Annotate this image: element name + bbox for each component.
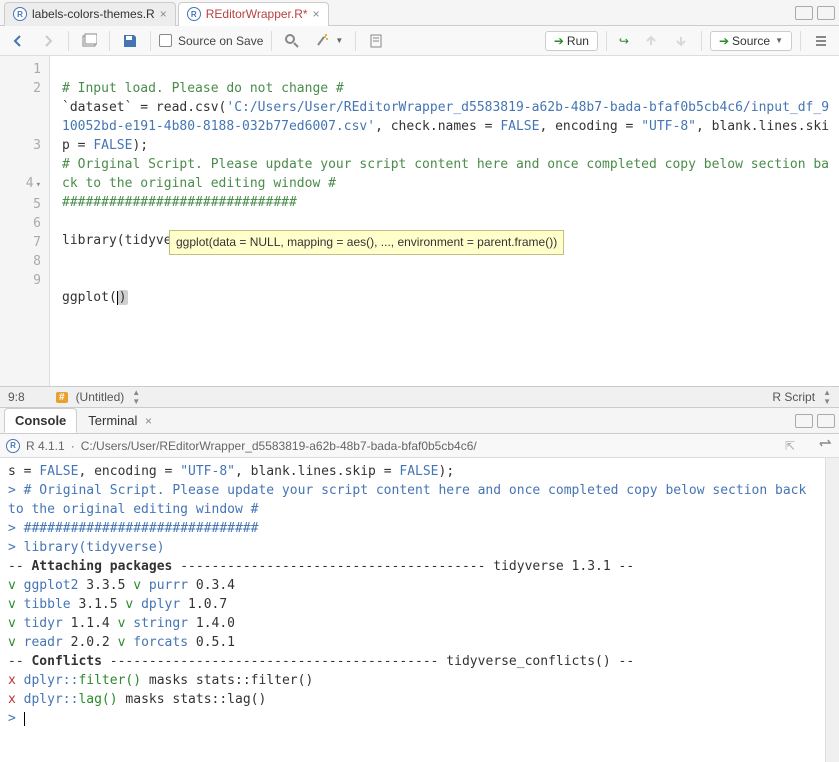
editor-status-bar: 9:8 # (Untitled) ▲▼ R Script ▲▼ xyxy=(0,386,839,408)
show-in-new-window-button[interactable] xyxy=(77,31,101,51)
r-logo-icon: R xyxy=(6,439,20,453)
code-area[interactable]: # Input load. Please do not change # `da… xyxy=(50,56,839,386)
minimize-pane-icon[interactable] xyxy=(795,414,813,428)
forward-button[interactable] xyxy=(36,31,60,51)
back-button[interactable] xyxy=(6,31,30,51)
cursor-position: 9:8 xyxy=(8,390,48,404)
source-arrow-icon: ➔ xyxy=(719,34,729,48)
outline-button[interactable] xyxy=(809,31,833,51)
run-label: Run xyxy=(567,34,589,48)
tab-terminal[interactable]: Terminal × xyxy=(77,408,163,433)
editor-tabs-bar: R labels-colors-themes.R × R REditorWrap… xyxy=(0,0,839,26)
run-arrow-icon: ➔ xyxy=(554,34,564,48)
section-nav-icon[interactable]: ▲▼ xyxy=(132,388,140,406)
find-button[interactable] xyxy=(280,31,304,51)
save-button[interactable] xyxy=(118,31,142,51)
section-badge: # xyxy=(56,392,68,403)
run-button[interactable]: ➔ Run xyxy=(545,31,598,51)
rerun-button[interactable]: ↪ xyxy=(615,32,633,50)
popout-icon[interactable]: ⇱ xyxy=(785,439,795,453)
line-gutter: 1 2 3 4▾ 5 6 7 8 9 xyxy=(0,56,50,386)
up-section-button[interactable] xyxy=(639,31,663,51)
source-label: Source xyxy=(732,34,770,48)
file-tab-label: REditorWrapper.R* xyxy=(206,7,308,21)
file-tab-labels-colors[interactable]: R labels-colors-themes.R × xyxy=(4,2,176,26)
compile-report-button[interactable] xyxy=(364,31,388,51)
minimize-pane-icon[interactable] xyxy=(795,6,813,20)
r-file-icon: R xyxy=(187,7,201,21)
signature-tooltip: ggplot(data = NULL, mapping = aes(), ...… xyxy=(169,230,564,255)
clear-console-icon[interactable] xyxy=(817,436,833,455)
console-output[interactable]: s = FALSE, encoding = "UTF-8", blank.lin… xyxy=(0,458,825,762)
working-directory[interactable]: C:/Users/User/REditorWrapper_d5583819-a6… xyxy=(81,439,779,453)
language-nav-icon[interactable]: ▲▼ xyxy=(823,388,831,406)
r-file-icon: R xyxy=(13,7,27,21)
editor-toolbar: Source on Save ▼ ➔ Run ↪ ➔ Source ▼ xyxy=(0,26,839,56)
source-button[interactable]: ➔ Source ▼ xyxy=(710,31,792,51)
maximize-pane-icon[interactable] xyxy=(817,6,835,20)
close-icon[interactable]: × xyxy=(160,7,167,21)
console-scrollbar[interactable] xyxy=(825,458,839,762)
down-section-button[interactable] xyxy=(669,31,693,51)
source-on-save-label: Source on Save xyxy=(178,34,263,48)
file-tab-reditorwrapper[interactable]: R REditorWrapper.R* × xyxy=(178,2,329,26)
code-tools-button[interactable]: ▼ xyxy=(310,31,347,51)
code-editor[interactable]: 1 2 3 4▾ 5 6 7 8 9 # Input load. Please … xyxy=(0,56,839,386)
close-icon[interactable]: × xyxy=(313,7,320,21)
language-mode[interactable]: R Script xyxy=(772,390,815,404)
console-header: R R 4.1.1 · C:/Users/User/REditorWrapper… xyxy=(0,434,839,458)
source-on-save-checkbox[interactable] xyxy=(159,34,172,47)
maximize-pane-icon[interactable] xyxy=(817,414,835,428)
tab-console[interactable]: Console xyxy=(4,408,77,433)
console-tabs-bar: Console Terminal × xyxy=(0,408,839,434)
r-version: R 4.1.1 xyxy=(26,439,65,453)
close-icon[interactable]: × xyxy=(145,414,152,428)
file-tab-label: labels-colors-themes.R xyxy=(32,7,155,21)
section-title[interactable]: (Untitled) xyxy=(76,390,125,404)
